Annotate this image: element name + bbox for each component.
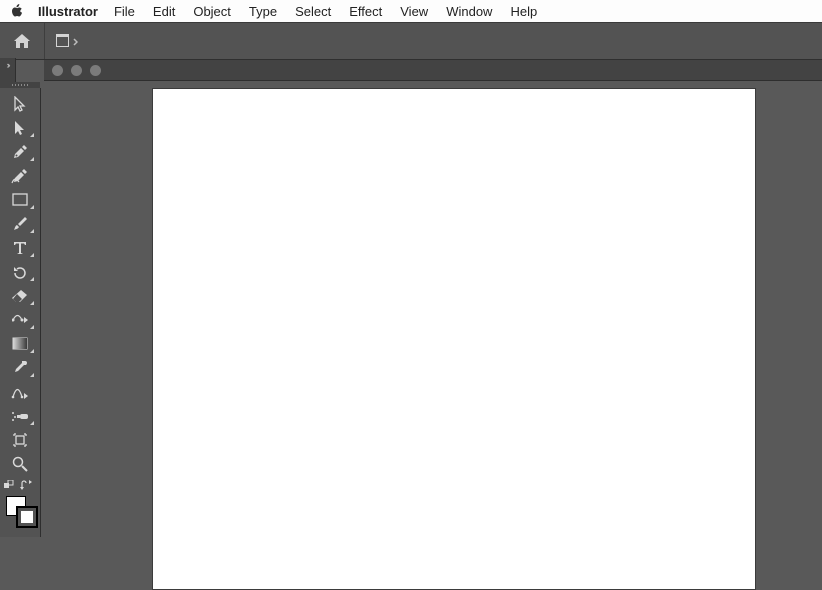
arrange-documents-button[interactable] [45, 23, 89, 59]
curvature-tool[interactable] [2, 164, 38, 188]
tools-panel [0, 88, 41, 537]
window-minimize-button[interactable] [71, 65, 82, 76]
window-maximize-button[interactable] [90, 65, 101, 76]
fill-stroke-swatches[interactable] [3, 494, 37, 524]
stroke-swatch[interactable] [16, 506, 38, 528]
gradient-tool[interactable] [2, 332, 38, 356]
menu-object[interactable]: Object [193, 4, 231, 19]
panels-collapse-handle[interactable]: ›› [0, 58, 16, 84]
pen-tool[interactable] [2, 140, 38, 164]
menu-file[interactable]: File [114, 4, 135, 19]
free-transform-tool[interactable] [2, 308, 38, 332]
menu-window[interactable]: Window [446, 4, 492, 19]
artboard-tool[interactable] [2, 428, 38, 452]
menu-effect[interactable]: Effect [349, 4, 382, 19]
apple-menu-icon[interactable] [10, 4, 24, 18]
direct-selection-tool[interactable] [2, 116, 38, 140]
eraser-tool[interactable] [2, 284, 38, 308]
paintbrush-tool[interactable] [2, 212, 38, 236]
default-fill-stroke-icon[interactable] [20, 478, 32, 493]
chevron-right-icon: ›› [7, 60, 9, 70]
artboard-canvas[interactable] [152, 88, 756, 590]
eyedropper-tool[interactable] [2, 356, 38, 380]
document-titlebar[interactable] [44, 60, 822, 81]
arrange-documents-icon [56, 34, 78, 48]
symbol-sprayer-tool[interactable] [2, 404, 38, 428]
document-window [44, 60, 822, 537]
menu-edit[interactable]: Edit [153, 4, 175, 19]
window-close-button[interactable] [52, 65, 63, 76]
type-tool[interactable] [2, 236, 38, 260]
swap-fill-stroke-icon[interactable] [4, 478, 14, 493]
menu-type[interactable]: Type [249, 4, 277, 19]
fill-stroke-controls-row [0, 476, 40, 494]
menu-select[interactable]: Select [295, 4, 331, 19]
rectangle-tool[interactable] [2, 188, 38, 212]
zoom-tool[interactable] [2, 452, 38, 476]
menu-help[interactable]: Help [510, 4, 537, 19]
home-button[interactable] [0, 23, 45, 59]
rotate-tool[interactable] [2, 260, 38, 284]
blend-tool[interactable] [2, 380, 38, 404]
selection-tool[interactable] [2, 92, 38, 116]
app-topbar [0, 22, 822, 60]
menu-view[interactable]: View [400, 4, 428, 19]
mac-menubar: Illustrator File Edit Object Type Select… [0, 0, 822, 23]
home-icon [13, 33, 31, 49]
app-name[interactable]: Illustrator [38, 4, 98, 19]
